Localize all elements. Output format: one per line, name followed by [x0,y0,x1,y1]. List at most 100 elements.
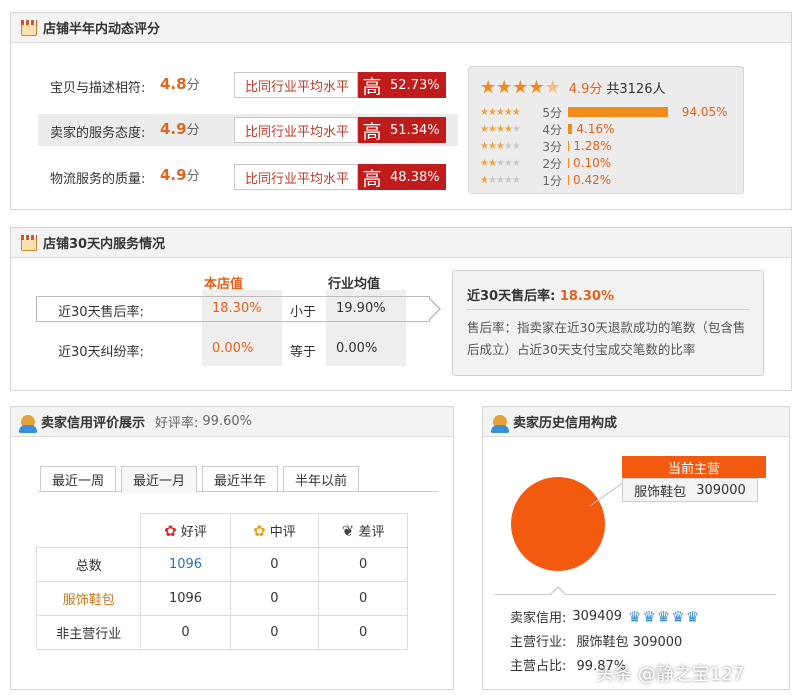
small-stars-icon: ★★★★★ [480,123,521,135]
level-high: 高 [358,117,387,143]
tab-label: 半年以前 [294,473,347,489]
service-avg-value: 0.00% [336,341,378,356]
tip-desc: 售后率：指卖家在近30天退款成功的笔数（包含售后成立）占近30天支付宝成交笔数的… [467,320,746,357]
distribution-bar [568,141,570,151]
compare-badge: 比同行业平均水平 高 52.73% [234,72,447,98]
rating-score: 4.9 [160,120,187,138]
compare-pct: 51.34% [386,117,447,143]
header-bad: ❦ 差评 [318,513,408,548]
tab-last-week[interactable]: 最近一周 [40,466,116,492]
row-label-category: 服饰鞋包 [35,581,142,616]
main-industry-label: 主营行业: [510,635,567,650]
col-avg-header: 行业均值 [328,277,381,292]
compare-badge: 比同行业平均水平 高 48.38% [234,164,447,190]
cell-good: 0 [140,615,231,650]
rating-label: 物流服务的质量: [50,172,146,187]
cell-bad: 0 [318,547,408,582]
distribution-level: 2分 [542,156,562,171]
user-icon [19,414,37,433]
seller-credit-value: 309409 [572,609,623,624]
rating-score: 4.8 [160,75,187,93]
service-compare: 等于 [290,345,317,360]
service-label: 近30天售后率: [58,305,144,320]
distribution-bar [568,175,569,185]
tab-last-half-year[interactable]: 最近半年 [202,466,278,492]
rating-unit: 分 [186,123,200,138]
rating-unit: 分 [186,78,200,93]
table-row: 服饰鞋包 1096 0 0 [35,581,408,616]
seller-credit-row: 卖家信用: 309409 ♛♛♛♛♛ [510,607,700,627]
tab-label: 最近半年 [213,473,266,489]
cell-good: 1096 [140,581,231,616]
level-high: 高 [358,164,387,190]
row-label: 非主营行业 [35,615,142,650]
tab-label: 最近一月 [132,474,185,489]
table-row: 非主营行业 0 0 0 [35,615,408,650]
tip-title: 近30天售后率: [467,289,556,304]
service-shop-value: 18.30% [212,301,262,316]
compare-text: 比同行业平均水平 [234,117,359,143]
history-divider [494,594,776,595]
rating-label: 卖家的服务态度: [50,126,146,141]
distribution-level: 3分 [542,139,562,154]
cell-bad: 0 [318,615,408,650]
compare-pct: 52.73% [386,72,447,98]
shop-rating-title: 店铺半年内动态评分 [43,22,161,37]
cell-mid: 0 [229,615,320,650]
credit-title: 卖家信用评价展示 [41,416,146,431]
row-label: 总数 [35,547,142,582]
shop-icon [21,234,37,251]
distribution-pct: 0.10% [573,156,612,170]
main-share-label: 主营占比: [510,659,567,674]
small-stars-icon: ★★★★★ [480,106,521,118]
compare-badge: 比同行业平均水平 高 51.34% [234,117,447,143]
category-value: 309000 [696,482,746,498]
header-mid: ✿ 中评 [229,513,320,548]
distribution-row: ★★★★★ 2分 0.10% [480,155,611,171]
distribution-bar [568,158,569,168]
compare-text: 比同行业平均水平 [234,72,359,98]
distribution-row: ★★★★★ 1分 0.42% [480,172,611,188]
service-label: 近30天纠纷率: [58,345,144,360]
tip-divider [467,309,749,310]
table-row: 总数 1096 0 0 [35,547,408,582]
good-rate-label: 好评率: [155,416,199,431]
distribution-bar [568,124,573,134]
wilted-flower-icon: ❦ [341,522,355,540]
distribution-level: 5分 [542,105,562,120]
service-header: 店铺30天内服务情况 [11,228,791,258]
shop-icon [21,19,37,36]
rating-unit: 分 [186,169,200,184]
compare-text: 比同行业平均水平 [234,164,359,190]
main-industry-value: 服饰鞋包 309000 [576,635,683,650]
good-rate: 99.60% [202,414,252,429]
rating-label: 宝贝与描述相符: [50,81,146,96]
small-stars-icon: ★★★★★ [480,157,521,169]
compare-pct: 48.38% [386,164,447,190]
star-rating-icons: ★★★★★ [480,76,561,98]
current-main-text: 当前主营 [667,461,720,477]
tip-value: 18.30% [559,289,614,304]
distribution-pct: 94.05% [681,105,728,119]
link-good-count[interactable]: 1096 [140,547,231,582]
distribution-level: 1分 [542,173,562,188]
distribution-pct: 4.16% [576,122,615,136]
service-tip-box: 近30天售后率: 18.30% 售后率：指卖家在近30天退款成功的笔数（包含售后… [452,270,764,376]
tab-last-month[interactable]: 最近一月 [121,466,197,493]
user-icon [491,414,509,433]
distribution-row: ★★★★★ 4分 4.16% [480,121,615,137]
tab-before-half-year[interactable]: 半年以前 [283,466,359,492]
category-box: 服饰鞋包 309000 [622,478,758,502]
current-main-label: 当前主营 [622,456,766,478]
service-compare: 小于 [290,305,317,320]
tab-label: 最近一周 [51,473,104,489]
main-industry-row: 主营行业: 服饰鞋包 309000 [510,631,682,650]
history-header: 卖家历史信用构成 [483,407,789,437]
service-avg-value: 19.90% [336,301,386,316]
summary-score: 4.9分 [568,82,603,97]
shop-rating-header: 店铺半年内动态评分 [11,13,791,43]
category-name: 服饰鞋包 [634,484,687,500]
cell-mid: 0 [229,547,320,582]
summary-row: ★★★★★ 4.9分 共3126人 [480,78,665,97]
summary-people: 共3126人 [606,82,666,97]
